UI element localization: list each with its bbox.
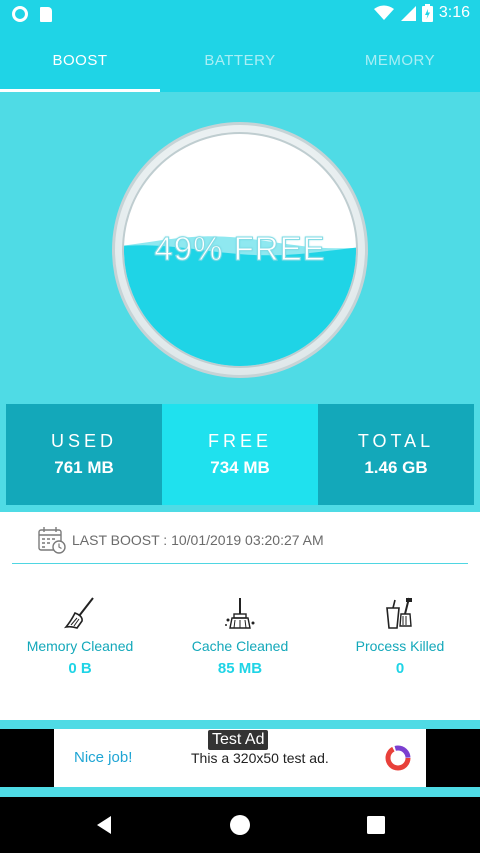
last-boost-row: LAST BOOST : 10/01/2019 03:20:27 AM: [38, 526, 324, 554]
clock-time: 3:16: [438, 4, 470, 21]
navigation-bar: [0, 797, 480, 853]
battery-charging-icon: [421, 4, 433, 22]
broom-icon: [63, 597, 94, 629]
tab-battery[interactable]: BATTERY: [160, 28, 320, 92]
stat-used-label: USED: [50, 431, 117, 451]
sd-card-icon: [40, 6, 52, 22]
free-percent-label: 49% FREE: [154, 230, 326, 268]
home-icon[interactable]: [228, 813, 252, 837]
circle-notification-icon: [12, 6, 28, 22]
recents-icon[interactable]: [364, 813, 388, 837]
ad-body: This a 320x50 test ad.: [191, 750, 329, 766]
tab-bar: BOOST BATTERY MEMORY: [0, 28, 480, 92]
wifi-icon: [373, 5, 394, 20]
test-ad-badge: Test Ad: [208, 730, 269, 750]
metric-process-killed-label: Process Killed: [355, 638, 445, 654]
signal-icon: [400, 6, 416, 21]
stat-used-value: 761 MB: [54, 458, 114, 477]
last-boost-text: LAST BOOST : 10/01/2019 03:20:27 AM: [72, 532, 324, 548]
tab-memory[interactable]: MEMORY: [320, 28, 480, 92]
stat-used: USED 761 MB: [6, 404, 162, 505]
stat-free: FREE 734 MB: [162, 404, 318, 505]
divider: [12, 563, 468, 564]
memory-gauge[interactable]: 49% FREE: [112, 122, 368, 378]
calendar-clock-icon: [38, 527, 66, 554]
metric-process-killed: Process Killed 0: [320, 596, 480, 677]
metric-cache-cleaned-value: 85 MB: [217, 660, 263, 677]
metric-cache-cleaned-label: Cache Cleaned: [191, 638, 289, 654]
status-bar: 3:16: [0, 0, 480, 28]
metric-process-killed-value: 0: [395, 660, 405, 677]
metric-memory-cleaned-value: 0 B: [68, 660, 92, 677]
metric-memory-cleaned-label: Memory Cleaned: [26, 638, 134, 654]
cache-broom-icon: [225, 598, 255, 629]
metric-memory-cleaned: Memory Cleaned 0 B: [0, 596, 160, 677]
boost-panel: 49% FREE USED 761 MB FREE 734 MB TOTAL 1…: [0, 92, 480, 512]
stat-total: TOTAL 1.46 GB: [318, 404, 474, 505]
stat-free-value: 734 MB: [210, 458, 270, 477]
ad-headline: Nice job!: [74, 749, 133, 766]
tab-boost[interactable]: BOOST: [0, 28, 160, 92]
stat-free-label: FREE: [207, 431, 272, 451]
memory-stats: USED 761 MB FREE 734 MB TOTAL 1.46 GB: [6, 404, 474, 505]
metric-cache-cleaned: Cache Cleaned 85 MB: [160, 596, 320, 677]
cleanup-metrics: Memory Cleaned 0 B Cache Cleaned 85 MB P…: [0, 596, 480, 677]
stat-total-value: 1.46 GB: [364, 458, 428, 477]
stat-total-label: TOTAL: [357, 431, 435, 451]
dustpan-icon: [386, 597, 412, 629]
ad-logo-icon: [385, 745, 411, 771]
back-icon[interactable]: [92, 813, 116, 837]
boost-summary-card: LAST BOOST : 10/01/2019 03:20:27 AM Memo…: [0, 512, 480, 720]
